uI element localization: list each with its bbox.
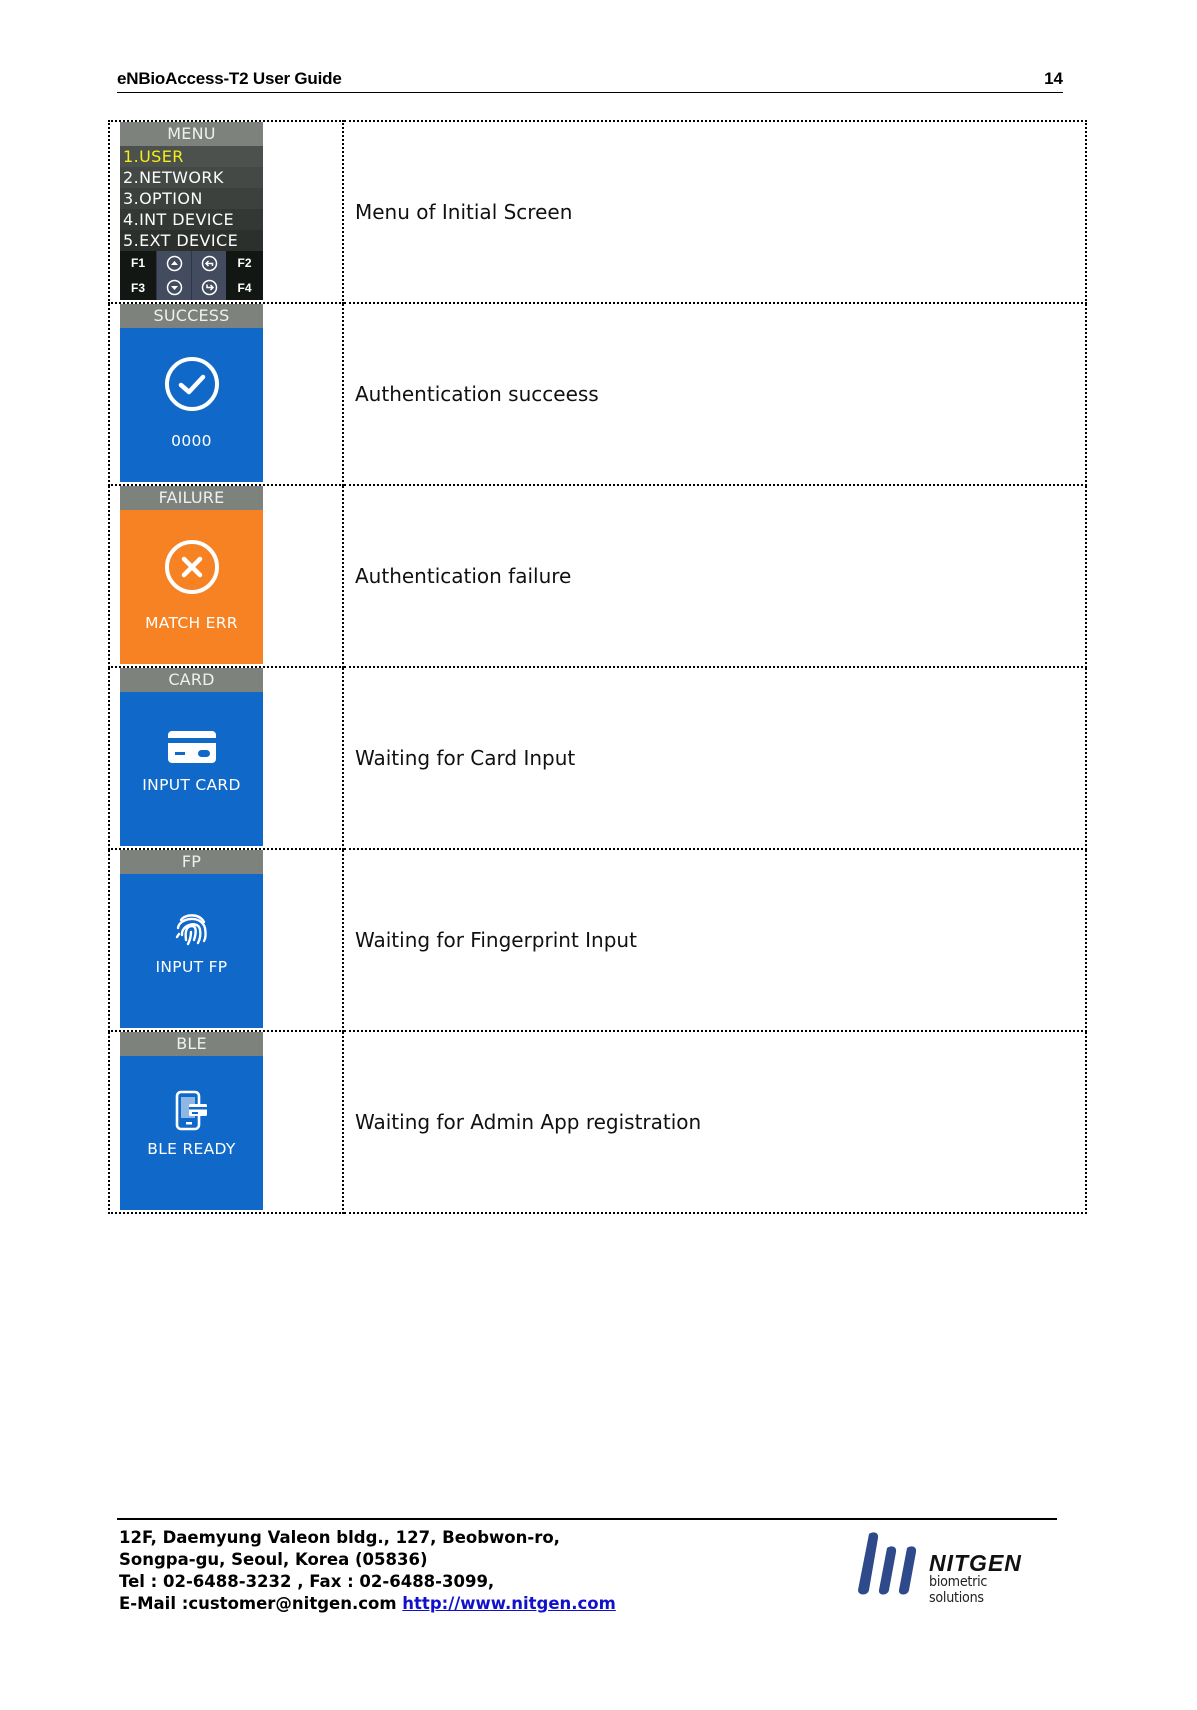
lcd-title: CARD	[120, 668, 263, 692]
table-row: SUCCESS 0000 Authentication succeess	[108, 302, 1087, 486]
lcd-message: 0000	[171, 432, 212, 450]
lcd-screen-fp: FP INPUT FP	[120, 850, 263, 1028]
page-number: 14	[1044, 69, 1063, 88]
menu-item-option: 3.OPTION	[120, 188, 263, 209]
page-header: eNBioAccess-T2 User Guide 14	[117, 66, 1063, 93]
address-line-1: 12F, Daemyung Valeon bldg., 127, Beobwon…	[119, 1528, 560, 1547]
lcd-body: INPUT CARD	[120, 692, 263, 846]
lcd-title: MENU	[120, 122, 263, 146]
f1-key: F1	[120, 251, 156, 275]
screen-image-cell: SUCCESS 0000	[108, 302, 344, 486]
function-keys: F1 F2 F3 F4	[120, 251, 263, 300]
check-circle-icon	[164, 357, 219, 411]
table-row: CARD INPUT CARD Waiting for Card Input	[108, 666, 1087, 850]
table-row: FAILURE MATCH ERR Authentication failure	[108, 484, 1087, 668]
lcd-screen-menu: MENU 1.USER 2.NETWORK 3.OPTION 4.INT DEV…	[120, 122, 263, 300]
description: Authentication failure	[342, 484, 1087, 668]
lcd-message: INPUT CARD	[142, 776, 241, 794]
address-line-2: Songpa-gu, Seoul, Korea (05836)	[119, 1550, 428, 1569]
menu-list: 1.USER 2.NETWORK 3.OPTION 4.INT DEVICE 5…	[120, 146, 263, 251]
lcd-screen-card: CARD INPUT CARD	[120, 668, 263, 846]
lcd-body: BLE READY	[120, 1056, 263, 1210]
website-link[interactable]: http://www.nitgen.com	[402, 1594, 616, 1613]
x-circle-icon	[164, 540, 219, 594]
nitgen-logo-mark-icon	[858, 1532, 917, 1595]
lcd-message: BLE READY	[147, 1140, 236, 1158]
document-title: eNBioAccess-T2 User Guide	[117, 69, 342, 88]
f2-key: F2	[226, 251, 263, 275]
lcd-screen-failure: FAILURE MATCH ERR	[120, 486, 263, 664]
f3-key: F3	[120, 275, 156, 300]
table-row: BLE BLE READY Waiting for Admin App regi…	[108, 1030, 1087, 1214]
lcd-message: MATCH ERR	[145, 614, 238, 632]
footer-rule	[117, 1518, 1057, 1520]
screen-image-cell: FAILURE MATCH ERR	[108, 484, 344, 668]
description: Menu of Initial Screen	[342, 120, 1087, 304]
table-row: FP INPUT FP Waiting for Fingerprint Inpu…	[108, 848, 1087, 1032]
fingerprint-icon	[175, 914, 207, 946]
logo-brand: NITGEN	[929, 1550, 1022, 1576]
phone-card-icon	[175, 1090, 207, 1131]
enter-icon	[191, 275, 226, 300]
menu-item-network: 2.NETWORK	[120, 167, 263, 188]
f4-key: F4	[226, 275, 263, 300]
table-row: MENU 1.USER 2.NETWORK 3.OPTION 4.INT DEV…	[108, 120, 1087, 304]
description: Waiting for Fingerprint Input	[342, 848, 1087, 1032]
lcd-title: BLE	[120, 1032, 263, 1056]
screen-image-cell: BLE BLE READY	[108, 1030, 344, 1214]
lcd-body: INPUT FP	[120, 874, 263, 1028]
lcd-body: MATCH ERR	[120, 510, 263, 664]
email-label: E-Mail :customer@nitgen.com	[119, 1594, 397, 1613]
lcd-body: 0000	[120, 328, 263, 482]
screen-image-cell: CARD INPUT CARD	[108, 666, 344, 850]
screen-image-cell: FP INPUT FP	[108, 848, 344, 1032]
card-icon	[167, 731, 216, 763]
description: Waiting for Card Input	[342, 666, 1087, 850]
nitgen-logo: NITGEN biometric solutions	[855, 1530, 1060, 1606]
email-line: E-Mail :customer@nitgen.com http://www.n…	[119, 1593, 616, 1615]
lcd-message: INPUT FP	[155, 958, 228, 976]
footer-contact: 12F, Daemyung Valeon bldg., 127, Beobwon…	[119, 1527, 616, 1615]
lcd-screen-success: SUCCESS 0000	[120, 304, 263, 482]
description: Waiting for Admin App registration	[342, 1030, 1087, 1214]
lcd-title: FAILURE	[120, 486, 263, 510]
logo-tagline: biometric solutions	[929, 1574, 988, 1606]
screen-image-cell: MENU 1.USER 2.NETWORK 3.OPTION 4.INT DEV…	[108, 120, 344, 304]
lcd-title: FP	[120, 850, 263, 874]
menu-item-user: 1.USER	[120, 146, 263, 167]
arrow-down-icon	[156, 275, 191, 300]
lcd-screen-ble: BLE BLE READY	[120, 1032, 263, 1210]
back-icon	[191, 251, 226, 275]
menu-item-int-device: 4.INT DEVICE	[120, 209, 263, 230]
description: Authentication succeess	[342, 302, 1087, 486]
arrow-up-icon	[156, 251, 191, 275]
menu-item-ext-device: 5.EXT DEVICE	[120, 230, 263, 251]
screens-table: MENU 1.USER 2.NETWORK 3.OPTION 4.INT DEV…	[108, 120, 1087, 1214]
contact-line: Tel : 02-6488-3232 , Fax : 02-6488-3099,	[119, 1572, 495, 1591]
lcd-title: SUCCESS	[120, 304, 263, 328]
